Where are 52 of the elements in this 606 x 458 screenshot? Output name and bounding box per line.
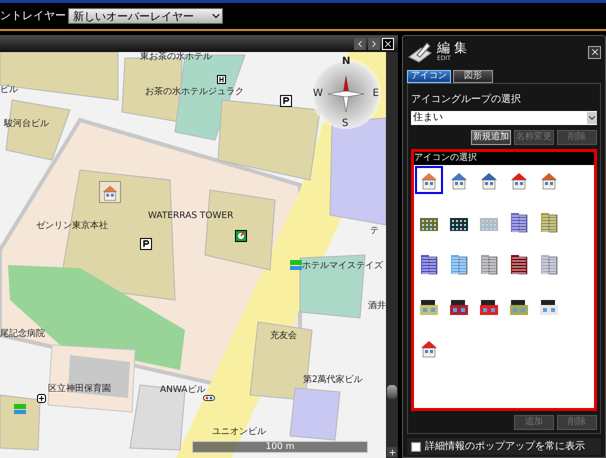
zoom-slider[interactable] <box>386 52 398 458</box>
compass-needle-icon <box>326 74 366 114</box>
compass-north-label: N <box>342 57 350 67</box>
map-place-label: ビル <box>0 86 18 95</box>
pen-icon <box>407 41 433 63</box>
compass-west-label: W <box>313 89 323 99</box>
map-place-label: ホテルマイステイズ <box>302 262 383 271</box>
map-place-label: お茶の水ホテルジュラク <box>145 88 244 97</box>
panel-title: 編 集 <box>437 42 468 55</box>
map-place-label: 尾記念病院 <box>0 330 45 339</box>
hotel-icon <box>217 75 226 84</box>
map-place-label: テ <box>370 227 379 236</box>
group-label: アイコングループの選択 <box>411 92 522 107</box>
layer-label: ントレイヤー <box>0 8 66 24</box>
map-place-label: 充友会 <box>270 332 297 341</box>
shop-marker-icon <box>235 230 247 242</box>
map-place-label: ANWAビル <box>160 386 206 395</box>
close-icon <box>590 47 600 57</box>
map-place-label: 駿河台ビル <box>4 120 49 129</box>
bank-icon <box>14 404 26 414</box>
scale-label: 100 m <box>266 442 294 452</box>
layer-dropdown[interactable]: 新しいオーバーレイヤー <box>68 8 223 24</box>
panel-tab[interactable]: アイコン <box>407 70 451 83</box>
close-icon <box>383 39 393 49</box>
plus-icon <box>388 448 396 456</box>
zoom-slider-thumb[interactable] <box>387 384 397 399</box>
close-button[interactable] <box>588 46 601 58</box>
map-place-label: 第2萬代家ビル <box>303 376 363 385</box>
map-place-label: ゼンリン東京本社 <box>36 222 108 231</box>
icon-section-title: アイコンの選択 <box>414 152 594 165</box>
map-place-label: 酒井 <box>368 302 386 311</box>
group-dropdown[interactable]: 住まい <box>411 111 597 125</box>
map-place-label: 区立神田保育園 <box>48 385 111 394</box>
compass-south-label: S <box>342 119 348 129</box>
house-icon[interactable] <box>417 168 441 192</box>
bank-icon <box>290 260 302 270</box>
parking-icon <box>140 238 152 250</box>
map-place-label: ユニオンビル <box>212 428 266 437</box>
popup-checkbox[interactable] <box>411 442 421 452</box>
popup-checkbox-label: 詳細情報のポップアップを常に表示 <box>425 440 585 454</box>
compass-east-label: E <box>372 89 379 99</box>
map-place-label: WATERRAS TOWER <box>148 212 234 221</box>
panel-tab[interactable]: 図形 <box>453 70 493 83</box>
station-icon <box>203 395 215 401</box>
hospital-icon <box>37 394 46 403</box>
group-action-button[interactable]: 新規追加 <box>471 130 511 145</box>
parking-icon <box>280 95 292 107</box>
dropdown-caret-icon <box>587 112 597 124</box>
next-button[interactable] <box>368 38 380 50</box>
previous-button[interactable] <box>354 38 366 50</box>
zoom-in-button[interactable] <box>387 447 397 457</box>
house-marker-icon[interactable] <box>99 181 121 203</box>
